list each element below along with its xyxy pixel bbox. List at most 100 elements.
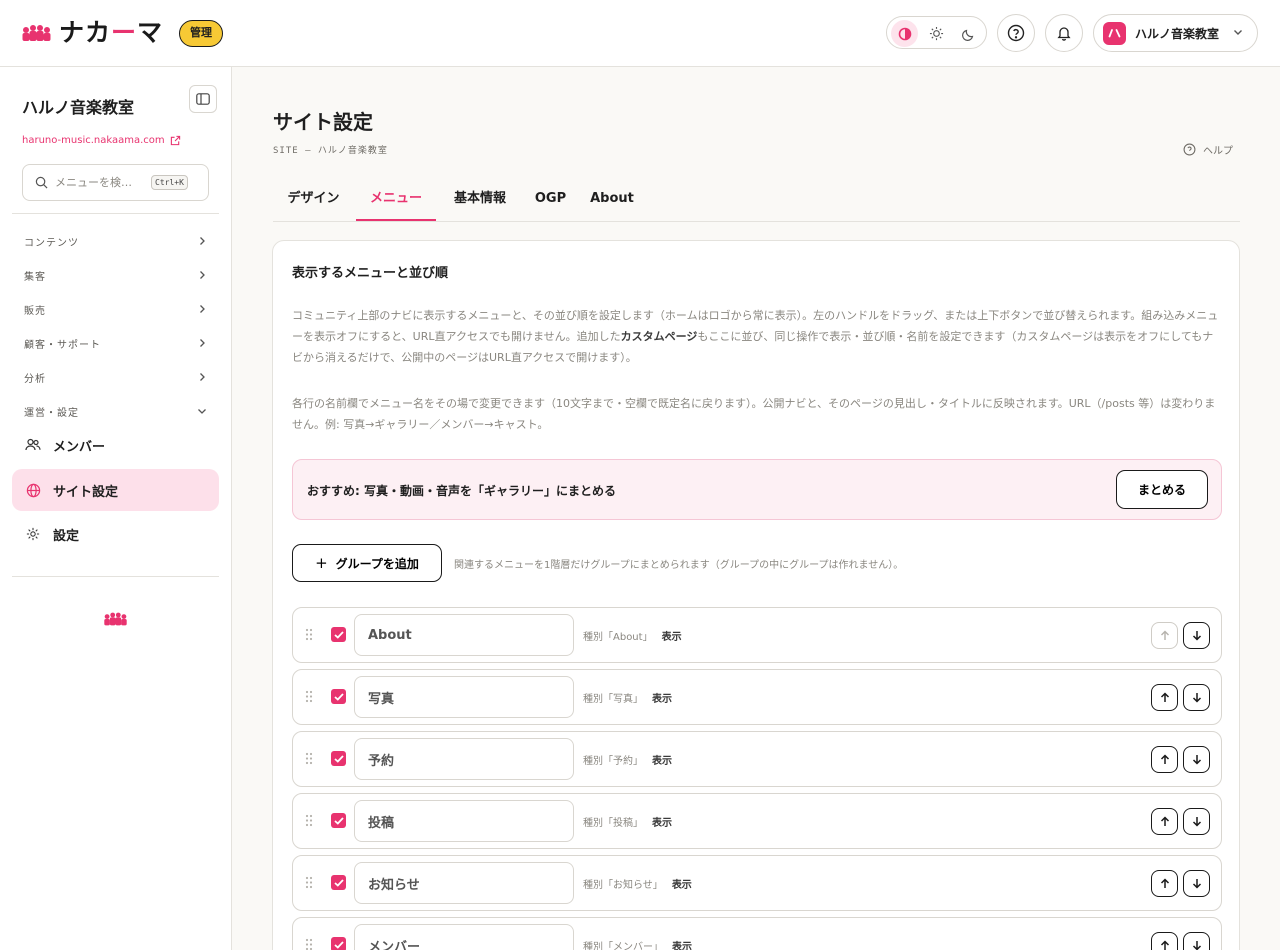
notifications-button[interactable] <box>1045 14 1083 52</box>
menu-type-info: 種別「予約」 表示 <box>583 756 672 767</box>
menu-type-info: 種別「写真」 表示 <box>583 694 672 705</box>
drag-handle-icon[interactable] <box>305 690 313 703</box>
site-url-link[interactable]: haruno-music.nakaama.com <box>22 135 181 146</box>
sun-icon <box>929 26 944 41</box>
help-link[interactable]: ヘルプ <box>1183 142 1233 157</box>
page-title: サイト設定 <box>273 110 373 134</box>
sidebar-group-analytics[interactable]: 分析 <box>12 364 219 390</box>
theme-light-button[interactable] <box>923 20 950 47</box>
visibility-checkbox[interactable] <box>331 875 346 890</box>
drag-handle-icon[interactable] <box>305 938 313 950</box>
menu-description: コミュニティ上部のナビに表示するメニューと、その並び順を設定します（ホームはロゴ… <box>292 309 1219 364</box>
tab-basic-info[interactable]: 基本情報 <box>438 184 522 221</box>
sidebar-item-label: メンバー <box>53 439 106 455</box>
settings-tabs: デザイン メニュー 基本情報 OGP About <box>273 184 1240 222</box>
visibility-checkbox[interactable] <box>331 937 346 950</box>
chevron-right-icon <box>200 339 205 347</box>
chevron-down-icon <box>198 409 206 414</box>
drag-handle-icon[interactable] <box>305 876 313 889</box>
drag-handle-icon[interactable] <box>305 814 313 827</box>
brand-logo[interactable]: ナカーマ <box>22 18 163 48</box>
tab-about[interactable]: About <box>579 184 645 221</box>
bell-icon <box>1057 27 1071 41</box>
move-up-button[interactable] <box>1151 808 1178 835</box>
admin-badge: 管理 <box>179 20 223 47</box>
move-down-button[interactable] <box>1183 746 1210 773</box>
arrow-up-icon <box>1160 878 1169 888</box>
sidebar-search: Ctrl+K <box>22 164 209 201</box>
move-down-button[interactable] <box>1183 684 1210 711</box>
move-up-button[interactable] <box>1151 622 1178 649</box>
community-people-icon <box>104 612 127 626</box>
chevron-right-icon <box>200 373 205 381</box>
sidebar-group-contents[interactable]: コンテンツ <box>12 228 219 254</box>
sidebar-group-operations[interactable]: 運営・設定 <box>12 398 219 424</box>
check-icon <box>333 630 344 639</box>
add-group-button[interactable]: + グループを追加 <box>292 544 442 582</box>
menu-row: 種別「予約」表示 <box>292 731 1222 787</box>
arrow-down-icon <box>1192 631 1201 641</box>
account-name: ハルノ音楽教室 <box>1135 26 1220 41</box>
move-up-button[interactable] <box>1151 870 1178 897</box>
theme-contrast-button[interactable] <box>891 20 918 47</box>
site-avatar <box>1103 21 1126 45</box>
move-up-button[interactable] <box>1151 746 1178 773</box>
menu-name-input[interactable] <box>354 738 574 780</box>
menu-name-input[interactable] <box>354 614 574 656</box>
menu-name-input[interactable] <box>354 800 574 842</box>
move-down-button[interactable] <box>1183 932 1210 950</box>
move-down-button[interactable] <box>1183 870 1210 897</box>
recommendation-text: おすすめ: 写真・動画・音声を「ギャラリー」にまとめる <box>307 484 616 498</box>
move-up-button[interactable] <box>1151 684 1178 711</box>
visibility-checkbox[interactable] <box>331 751 346 766</box>
sidebar-item-settings[interactable]: 設定 <box>12 513 219 555</box>
menu-type-info: 種別「メンバー」 表示 <box>583 942 692 950</box>
sidebar-footer-logo <box>102 611 129 631</box>
theme-dark-button[interactable] <box>955 20 982 47</box>
menu-type-info: 種別「投稿」 表示 <box>583 818 672 829</box>
arrow-down-icon <box>1192 755 1201 765</box>
menu-name-input[interactable] <box>354 862 574 904</box>
tab-menu[interactable]: メニュー <box>356 184 436 221</box>
sidebar-group-marketing[interactable]: 集客 <box>12 262 219 288</box>
menu-name-input[interactable] <box>354 676 574 718</box>
plus-icon: + <box>315 554 328 572</box>
sidebar-divider <box>12 213 219 214</box>
sidebar: ハルノ音楽教室 haruno-music.nakaama.com Ctrl+K … <box>0 67 232 950</box>
site-url-text: haruno-music.nakaama.com <box>22 135 165 146</box>
move-up-button[interactable] <box>1151 932 1178 950</box>
drag-handle-icon[interactable] <box>305 628 313 641</box>
question-icon <box>1007 24 1025 42</box>
sidebar-item-site-settings[interactable]: サイト設定 <box>12 469 219 511</box>
visibility-checkbox[interactable] <box>331 813 346 828</box>
community-people-icon <box>22 25 51 41</box>
check-icon <box>333 754 344 763</box>
sidebar-collapse-button[interactable] <box>189 85 217 113</box>
sidebar-group-sales[interactable]: 販売 <box>12 296 219 322</box>
sidebar-item-members[interactable]: メンバー <box>12 424 219 466</box>
sidebar-group-customer-support[interactable]: 顧客・サポート <box>12 330 219 356</box>
drag-handle-icon[interactable] <box>305 752 313 765</box>
menu-row: 種別「投稿」表示 <box>292 793 1222 849</box>
question-icon <box>1183 143 1196 156</box>
arrow-up-icon <box>1160 754 1169 764</box>
recommendation-banner: おすすめ: 写真・動画・音声を「ギャラリー」にまとめる まとめる <box>292 459 1222 520</box>
merge-gallery-button[interactable]: まとめる <box>1116 470 1208 509</box>
tab-ogp[interactable]: OGP <box>524 184 577 221</box>
help-button[interactable] <box>997 14 1035 52</box>
add-group-label: グループを追加 <box>335 556 419 571</box>
visibility-checkbox[interactable] <box>331 627 346 642</box>
account-menu[interactable]: ハルノ音楽教室 <box>1093 14 1258 52</box>
help-label: ヘルプ <box>1203 146 1233 157</box>
tab-design[interactable]: デザイン <box>273 184 354 221</box>
chevron-right-icon <box>200 271 205 279</box>
menu-name-input[interactable] <box>354 924 574 950</box>
move-down-button[interactable] <box>1183 808 1210 835</box>
menu-type-info: 種別「About」 表示 <box>583 632 682 643</box>
sidebar-site-name: ハルノ音楽教室 <box>22 98 135 117</box>
sidebar-group-label: 分析 <box>24 373 46 385</box>
sidebar-search-input[interactable] <box>55 176 151 189</box>
move-down-button[interactable] <box>1183 622 1210 649</box>
visibility-checkbox[interactable] <box>331 689 346 704</box>
site-logo-icon <box>1108 29 1121 38</box>
